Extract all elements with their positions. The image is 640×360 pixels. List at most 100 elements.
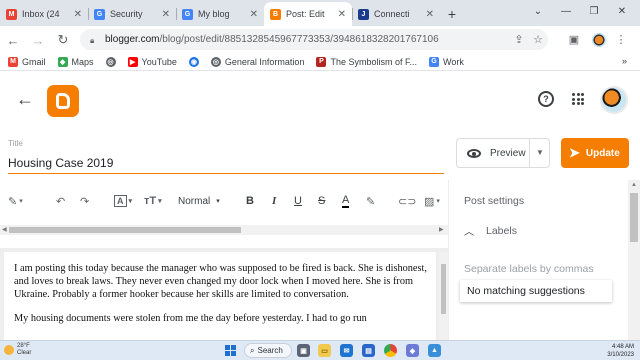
bold-icon[interactable]: B (246, 192, 254, 210)
scrollbar-thumb[interactable] (9, 227, 241, 233)
tab-connections[interactable]: J Connecti ✕ (352, 2, 440, 26)
scrollbar-thumb[interactable] (441, 264, 446, 314)
reload-icon[interactable]: ↻ (52, 29, 74, 51)
post-body-editor[interactable]: I am posting this today because the mana… (4, 252, 436, 340)
close-icon[interactable]: ✕ (74, 9, 82, 20)
preview-label: Preview (490, 147, 526, 159)
underline-icon[interactable]: U (294, 192, 302, 210)
bookmark-maps[interactable]: ◆ Maps (57, 56, 94, 67)
bookmark-label: YouTube (141, 56, 177, 67)
tab-my-blog[interactable]: G My blog ✕ (176, 2, 264, 26)
tab-security[interactable]: G Security ✕ (88, 2, 176, 26)
bookmarks-overflow-icon[interactable]: » (622, 56, 627, 66)
bookmark-compass[interactable]: ◉ (188, 56, 199, 67)
italic-icon[interactable]: I (272, 192, 276, 210)
photos-icon[interactable]: ▲ (428, 344, 441, 357)
post-settings-title: Post settings (464, 195, 525, 207)
share-icon[interactable]: ⇪ (512, 30, 526, 49)
back-arrow-icon[interactable]: ← (2, 29, 24, 51)
bookmark-symbolism[interactable]: P The Symbolism of F... (316, 56, 417, 67)
undo-icon[interactable]: ↶ (56, 192, 65, 210)
new-tab-button[interactable]: + (440, 2, 464, 26)
bookmark-label: General Information (224, 56, 305, 67)
file-explorer-icon[interactable]: ▭ (318, 344, 331, 357)
restore-icon[interactable]: ❐ (580, 0, 608, 22)
send-icon: ➤ (569, 145, 580, 160)
store-icon[interactable]: ▤ (362, 344, 375, 357)
chevron-down-icon[interactable]: ⌄ (524, 0, 552, 22)
title-field-label: Title (8, 139, 23, 148)
update-button[interactable]: ➤ Update (561, 138, 629, 168)
close-icon[interactable]: ✕ (162, 9, 170, 20)
avatar[interactable] (600, 86, 628, 114)
search-icon: ⌕ (250, 345, 255, 355)
chevron-down-icon[interactable]: ▼ (536, 148, 544, 157)
text-color-icon[interactable]: A (342, 192, 350, 210)
bookmark-label: Work (442, 56, 464, 67)
horizontal-scrollbar[interactable]: ◀ ▶ (0, 225, 448, 235)
mail-icon[interactable]: ✉ (340, 344, 353, 357)
url-bar[interactable]: 🔒︎ blogger.com/blog/post/edit/8851328545… (80, 29, 548, 50)
post-title-input[interactable]: Housing Case 2019 (8, 154, 444, 174)
scroll-right-icon[interactable]: ▶ (439, 226, 444, 233)
link-icon[interactable]: ⊂⊃ (398, 192, 416, 210)
app-icon[interactable]: ◆ (406, 344, 419, 357)
more-menu-icon[interactable]: ⋮ (614, 30, 628, 49)
windows-start-icon[interactable] (225, 345, 236, 356)
clock-time: 4:48 AM (611, 344, 634, 350)
bookmark-youtube[interactable]: ▶ YouTube (127, 56, 177, 67)
bookmark-work[interactable]: G Work (428, 56, 464, 67)
panel-scrollbar[interactable]: ▲ (628, 180, 640, 340)
close-icon[interactable]: ✕ (426, 9, 434, 20)
image-icon[interactable]: ▨ ▾ (424, 192, 440, 210)
search-label: Search (257, 346, 283, 355)
profile-avatar[interactable] (590, 30, 608, 49)
paragraph-format-select[interactable]: Normal ▾ (178, 192, 220, 210)
bookmark-general-information[interactable]: ◎ General Information (210, 56, 305, 67)
back-arrow-icon[interactable]: ← (16, 89, 34, 110)
system-clock[interactable]: 4:48 AM 3/10/2023 (598, 343, 634, 359)
blogger-logo[interactable] (47, 85, 79, 117)
tab-title: My blog (198, 9, 230, 19)
text-size-icon[interactable]: ᴛT ▾ (144, 192, 162, 210)
font-icon[interactable]: A ▾ (114, 192, 132, 210)
labels-section-toggle[interactable]: ︿ Labels (464, 223, 517, 239)
help-icon[interactable]: ? (538, 91, 554, 107)
sidebar-icon[interactable]: ▣ (567, 30, 581, 49)
clock-date: 3/10/2023 (607, 352, 634, 358)
editor-vertical-scrollbar[interactable] (439, 252, 448, 340)
tab-title: Connecti (374, 9, 410, 19)
scrollbar-thumb[interactable] (630, 193, 638, 242)
bookmark-gmail[interactable]: M Gmail (8, 56, 46, 67)
screen: M Inbox (24 ✕ G Security ✕ G My blog ✕ B… (0, 0, 640, 360)
scroll-up-icon[interactable]: ▲ (631, 182, 637, 188)
preview-button[interactable]: Preview ▼ (456, 138, 550, 168)
sun-icon (4, 345, 14, 355)
tab-gmail[interactable]: M Inbox (24 ✕ (0, 2, 88, 26)
blogger-b-icon (56, 93, 70, 109)
close-icon[interactable]: ✕ (250, 9, 258, 20)
j-icon: J (358, 8, 369, 20)
forward-arrow-icon[interactable]: → (27, 29, 49, 51)
star-icon[interactable]: ☆ (531, 30, 545, 49)
chevron-up-icon: ︿ (464, 227, 474, 238)
labels-input[interactable]: Separate labels by commas (464, 263, 610, 281)
minimize-icon[interactable]: — (552, 0, 580, 22)
tab-post-edit[interactable]: B Post: Edit ✕ (264, 2, 352, 26)
taskbar-search[interactable]: ⌕ Search (244, 343, 292, 358)
apps-grid-icon[interactable] (572, 93, 584, 105)
pencil-mode-icon[interactable]: ✎ ▾ (8, 192, 23, 210)
window-close-icon[interactable]: ✕ (608, 0, 636, 22)
strikethrough-icon[interactable]: S (318, 192, 325, 210)
scroll-left-icon[interactable]: ◀ (2, 226, 7, 233)
task-view-icon[interactable]: ▣ (297, 344, 310, 357)
tab-title: Post: Edit (286, 9, 325, 19)
weather-condition: Clear (17, 350, 32, 356)
chrome-icon[interactable] (384, 344, 397, 357)
close-icon[interactable]: ✕ (338, 9, 346, 20)
redo-icon[interactable]: ↷ (80, 192, 89, 210)
bookmark-globe[interactable]: ◎ (105, 56, 116, 67)
weather-widget[interactable]: 28°F Clear (4, 343, 31, 357)
pg-icon: P (316, 56, 327, 67)
highlight-icon[interactable]: ✎ (366, 192, 375, 210)
